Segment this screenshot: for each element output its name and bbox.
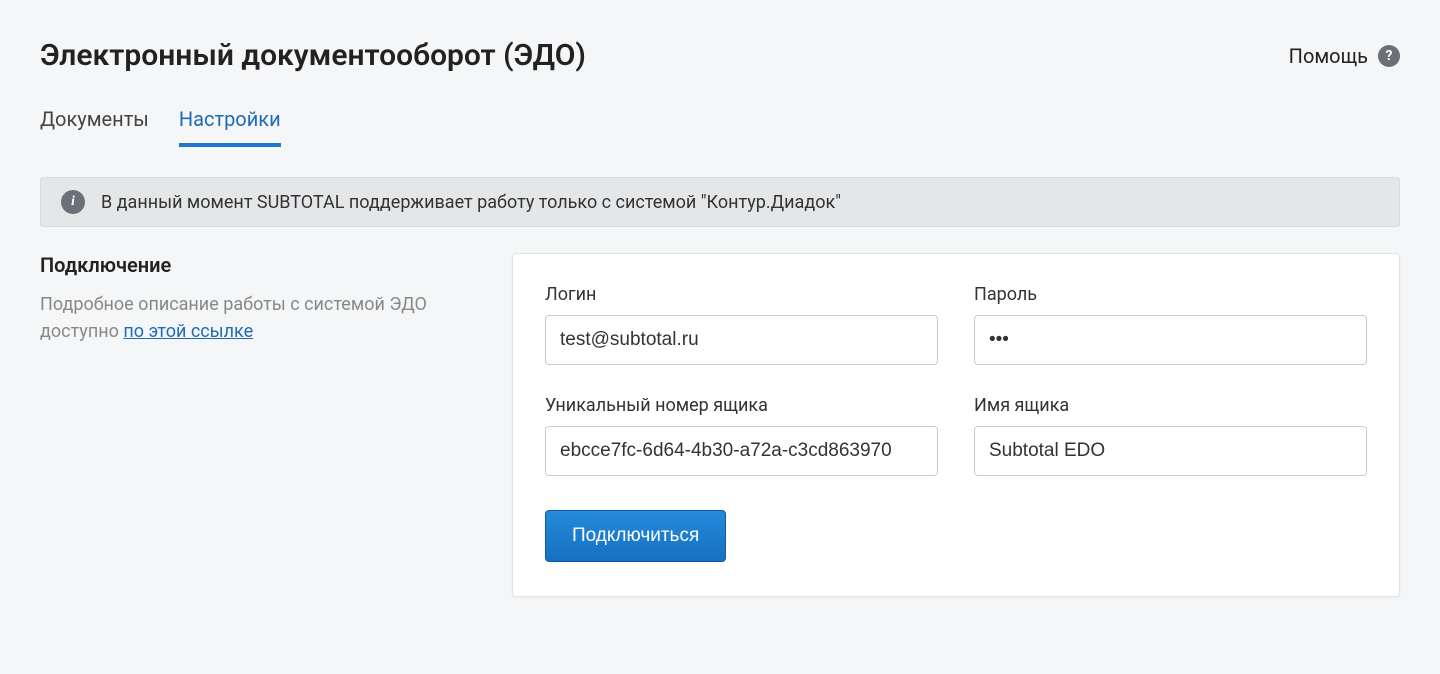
box-id-label: Уникальный номер ящика xyxy=(545,395,938,416)
password-label: Пароль xyxy=(974,284,1367,305)
connect-button[interactable]: Подключиться xyxy=(545,510,726,562)
box-id-input[interactable] xyxy=(545,426,938,476)
info-banner: i В данный момент SUBTOTAL поддерживает … xyxy=(40,177,1400,227)
section-title: Подключение xyxy=(40,253,480,277)
login-label: Логин xyxy=(545,284,938,305)
password-input[interactable] xyxy=(974,315,1367,365)
box-name-label: Имя ящика xyxy=(974,395,1367,416)
page-title: Электронный документооборот (ЭДО) xyxy=(40,38,586,73)
tab-documents[interactable]: Документы xyxy=(40,107,149,147)
box-name-input[interactable] xyxy=(974,426,1367,476)
tabs: Документы Настройки xyxy=(40,107,1400,147)
info-banner-text: В данный момент SUBTOTAL поддерживает ра… xyxy=(101,192,841,213)
connection-form: Логин Пароль Уникальный номер ящика Имя … xyxy=(512,253,1400,597)
help-label: Помощь xyxy=(1289,44,1368,68)
tab-settings[interactable]: Настройки xyxy=(179,107,281,147)
login-input[interactable] xyxy=(545,315,938,365)
help-icon: ? xyxy=(1378,45,1400,67)
info-icon: i xyxy=(61,190,85,214)
description-link[interactable]: по этой ссылке xyxy=(123,321,253,342)
section-description: Подробное описание работы с системой ЭДО… xyxy=(40,291,480,345)
help-link[interactable]: Помощь ? xyxy=(1289,44,1400,68)
